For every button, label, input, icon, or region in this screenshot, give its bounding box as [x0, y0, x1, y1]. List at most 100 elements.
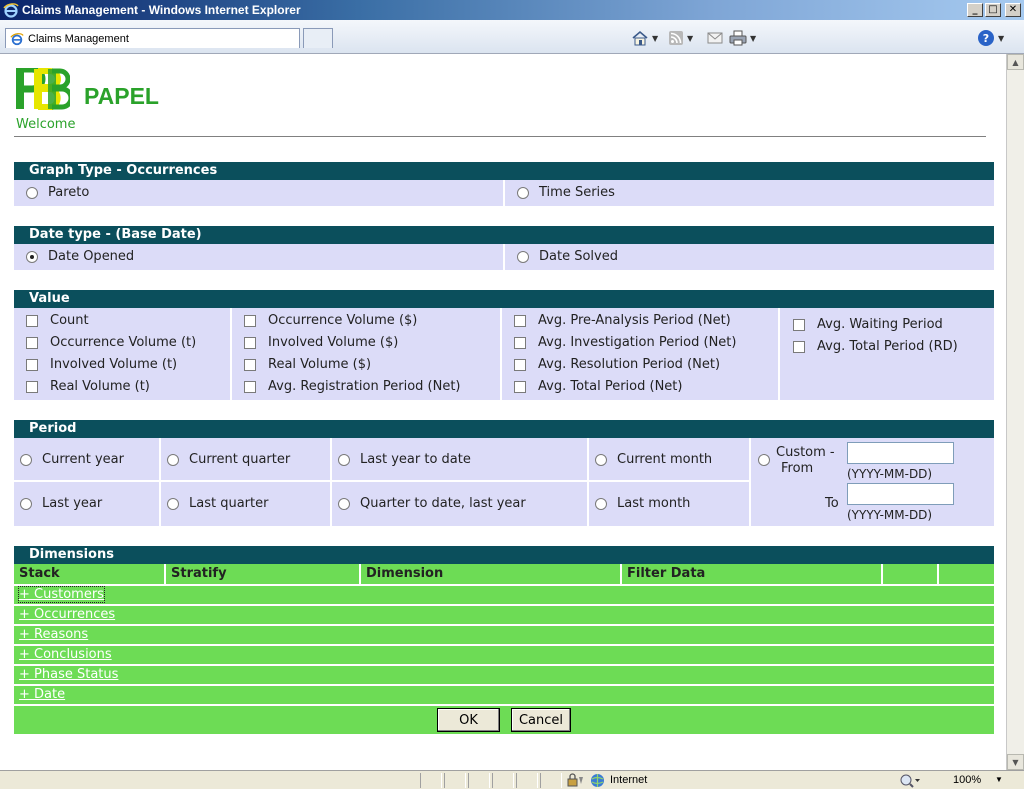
- read-mail-button[interactable]: [707, 29, 723, 47]
- period-current-year-option[interactable]: Current year: [20, 452, 124, 467]
- value-involved-volume-t-option[interactable]: Involved Volume (t): [26, 357, 177, 372]
- ok-button[interactable]: OK: [437, 708, 500, 732]
- ie-icon: [3, 3, 19, 18]
- value-avg-registration-period-option[interactable]: Avg. Registration Period (Net): [244, 379, 461, 394]
- col-extra-1: [883, 564, 939, 584]
- last-quarter-radio[interactable]: [167, 497, 179, 510]
- last-quarter-label: Last quarter: [189, 496, 269, 511]
- conclusions-expand-link[interactable]: + Conclusions: [19, 647, 112, 662]
- close-button[interactable]: ✕: [1005, 3, 1021, 17]
- custom-from-date-input[interactable]: [847, 442, 954, 464]
- last-year-to-date-radio[interactable]: [338, 453, 350, 466]
- current-quarter-radio[interactable]: [167, 453, 179, 466]
- minimize-button[interactable]: _: [967, 3, 983, 17]
- value-real-volume-usd-option[interactable]: Real Volume ($): [244, 357, 371, 372]
- period-quarter-to-date-last-year-option[interactable]: Quarter to date, last year: [338, 496, 526, 511]
- print-button[interactable]: ▼: [729, 29, 756, 47]
- scroll-up-arrow-icon[interactable]: ▲: [1007, 54, 1024, 70]
- column-divider: [503, 180, 505, 206]
- avg-total-net-checkbox[interactable]: [514, 380, 526, 393]
- feeds-button[interactable]: ▼: [668, 29, 693, 47]
- value-count-option[interactable]: Count: [26, 313, 89, 328]
- period-last-quarter-option[interactable]: Last quarter: [167, 496, 268, 511]
- occurrences-expand-link[interactable]: + Occurrences: [19, 607, 115, 622]
- col-extra-2: [939, 564, 994, 584]
- reasons-expand-link[interactable]: + Reasons: [19, 627, 88, 642]
- zoom-level[interactable]: 100%: [953, 774, 981, 786]
- scroll-down-arrow-icon[interactable]: ▼: [1007, 754, 1024, 770]
- column-divider: [778, 308, 780, 400]
- custom-to-date-input[interactable]: [847, 483, 954, 505]
- occurrence-volume-t-checkbox[interactable]: [26, 336, 38, 349]
- count-label: Count: [50, 313, 89, 328]
- last-month-label: Last month: [617, 496, 691, 511]
- value-avg-resolution-option[interactable]: Avg. Resolution Period (Net): [514, 357, 720, 372]
- vertical-scrollbar[interactable]: ▲ ▼: [1006, 54, 1024, 770]
- value-avg-total-rd-option[interactable]: Avg. Total Period (RD): [793, 339, 958, 354]
- value-real-volume-t-option[interactable]: Real Volume (t): [26, 379, 150, 394]
- last-year-label: Last year: [42, 496, 103, 511]
- tab-claims-management[interactable]: Claims Management: [5, 28, 300, 48]
- dimension-row-reasons: + Reasons: [14, 626, 994, 644]
- period-last-year-to-date-option[interactable]: Last year to date: [338, 452, 471, 467]
- date-expand-link[interactable]: + Date: [19, 687, 65, 702]
- avg-resolution-checkbox[interactable]: [514, 358, 526, 371]
- value-heading: Value: [14, 290, 994, 308]
- help-button[interactable]: ? ▼: [977, 29, 1004, 47]
- last-year-radio[interactable]: [20, 497, 32, 510]
- time-series-radio[interactable]: [517, 186, 529, 199]
- zoom-dropdown-icon[interactable]: ▼: [995, 775, 1003, 784]
- date-solved-radio[interactable]: [517, 250, 529, 263]
- occurrence-volume-usd-label: Occurrence Volume ($): [268, 313, 418, 328]
- real-volume-usd-checkbox[interactable]: [244, 358, 256, 371]
- period-current-quarter-option[interactable]: Current quarter: [167, 452, 290, 467]
- real-volume-t-checkbox[interactable]: [26, 380, 38, 393]
- period-current-month-option[interactable]: Current month: [595, 452, 712, 467]
- involved-volume-t-checkbox[interactable]: [26, 358, 38, 371]
- quarter-to-date-last-year-radio[interactable]: [338, 497, 350, 510]
- phase-status-expand-link[interactable]: + Phase Status: [19, 667, 118, 682]
- last-month-radio[interactable]: [595, 497, 607, 510]
- zoom-icon[interactable]: [899, 773, 921, 788]
- column-divider: [749, 438, 751, 526]
- period-section: Period Current year Current quarter Last…: [14, 420, 994, 526]
- avg-total-net-label: Avg. Total Period (Net): [538, 379, 683, 394]
- graph-type-time-series-option[interactable]: Time Series: [517, 185, 615, 200]
- value-occurrence-volume-usd-option[interactable]: Occurrence Volume ($): [244, 313, 417, 328]
- avg-waiting-checkbox[interactable]: [793, 318, 805, 331]
- maximize-button[interactable]: □: [985, 3, 1001, 17]
- avg-pre-analysis-checkbox[interactable]: [514, 314, 526, 327]
- avg-investigation-checkbox[interactable]: [514, 336, 526, 349]
- current-year-label: Current year: [42, 452, 124, 467]
- status-cell: [444, 773, 466, 788]
- occurrence-volume-usd-checkbox[interactable]: [244, 314, 256, 327]
- print-icon: [729, 30, 747, 46]
- new-tab-button[interactable]: [303, 28, 333, 48]
- custom-period-radio[interactable]: [758, 454, 770, 466]
- customers-expand-link[interactable]: + Customers: [18, 586, 105, 603]
- period-last-month-option[interactable]: Last month: [595, 496, 690, 511]
- date-opened-option[interactable]: Date Opened: [26, 249, 134, 264]
- value-occurrence-volume-t-option[interactable]: Occurrence Volume (t): [26, 335, 196, 350]
- date-solved-option[interactable]: Date Solved: [517, 249, 618, 264]
- date-opened-radio[interactable]: [26, 250, 38, 263]
- period-last-year-option[interactable]: Last year: [20, 496, 102, 511]
- pareto-radio[interactable]: [26, 186, 38, 199]
- current-month-label: Current month: [617, 452, 713, 467]
- count-checkbox[interactable]: [26, 314, 38, 327]
- involved-volume-usd-checkbox[interactable]: [244, 336, 256, 349]
- graph-type-pareto-option[interactable]: Pareto: [26, 185, 89, 200]
- value-avg-waiting-option[interactable]: Avg. Waiting Period: [793, 317, 943, 332]
- avg-total-rd-checkbox[interactable]: [793, 340, 805, 353]
- home-button[interactable]: ▼: [631, 29, 658, 47]
- current-year-radio[interactable]: [20, 453, 32, 466]
- avg-registration-period-checkbox[interactable]: [244, 380, 256, 393]
- col-filter-data: Filter Data: [622, 564, 883, 584]
- current-month-radio[interactable]: [595, 453, 607, 466]
- value-involved-volume-usd-option[interactable]: Involved Volume ($): [244, 335, 398, 350]
- value-avg-pre-analysis-option[interactable]: Avg. Pre-Analysis Period (Net): [514, 313, 731, 328]
- value-avg-investigation-option[interactable]: Avg. Investigation Period (Net): [514, 335, 736, 350]
- cancel-button[interactable]: Cancel: [511, 708, 571, 732]
- value-avg-total-net-option[interactable]: Avg. Total Period (Net): [514, 379, 682, 394]
- page-content: PAPEL Welcome Graph Type - Occurrences P…: [0, 54, 1006, 770]
